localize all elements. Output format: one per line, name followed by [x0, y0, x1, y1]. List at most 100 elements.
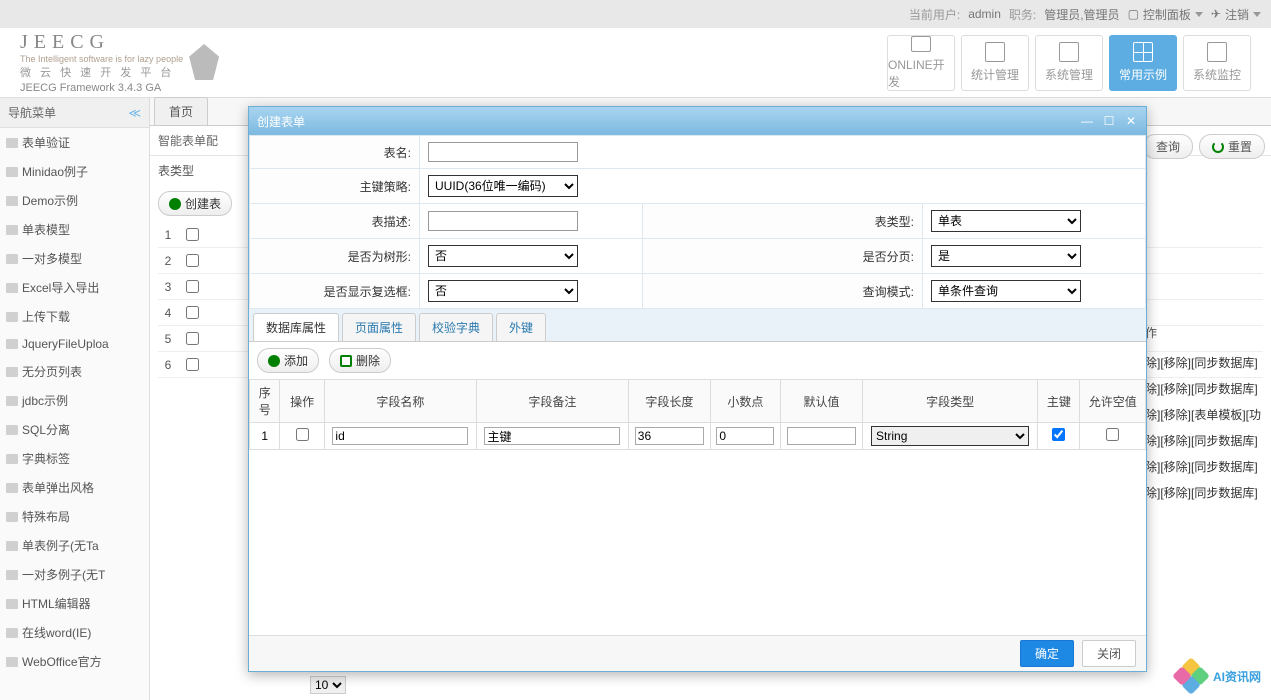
sidebar-item[interactable]: 一对多模型 [0, 244, 149, 273]
user-value: admin [968, 7, 1001, 21]
search-button[interactable]: 查询 [1143, 134, 1193, 159]
field-pk-checkbox[interactable] [1052, 428, 1065, 441]
chevron-down-icon [1253, 12, 1261, 17]
sidebar-item[interactable]: SQL分离 [0, 415, 149, 444]
grid-row: 1 String [250, 423, 1146, 450]
create-form-dialog: 创建表单 — ☐ ✕ 表名: 主键策略: UUID(36位唯一编码) 表描述: … [248, 106, 1147, 672]
sidebar-item[interactable]: 单表模型 [0, 215, 149, 244]
field-nullable-checkbox[interactable] [1106, 428, 1119, 441]
nav-stats[interactable]: 统计管理 [961, 35, 1029, 91]
logout-link[interactable]: ✈ 注销 [1211, 6, 1261, 23]
close-button[interactable]: 关闭 [1082, 640, 1136, 667]
sidebar-title: 导航菜单 [8, 104, 56, 121]
sidebar-item[interactable]: Excel导入导出 [0, 273, 149, 302]
table-name-label: 表名: [250, 136, 420, 169]
close-icon[interactable]: ✕ [1124, 114, 1138, 128]
nav-monitor[interactable]: 系统监控 [1183, 35, 1251, 91]
row-checkbox[interactable] [186, 280, 199, 293]
sidebar-item[interactable]: 字典标签 [0, 444, 149, 473]
ok-button[interactable]: 确定 [1020, 640, 1074, 667]
table-name-input[interactable] [428, 142, 578, 162]
tab-home[interactable]: 首页 [154, 97, 208, 125]
row-checkbox[interactable] [186, 228, 199, 241]
sidebar-item[interactable]: HTML编辑器 [0, 589, 149, 618]
row-actions[interactable]: 除][移除][同步数据库] [1145, 453, 1265, 479]
field-default-input[interactable] [787, 427, 856, 445]
nav-system-mgmt[interactable]: 系统管理 [1035, 35, 1103, 91]
reset-button[interactable]: 重置 [1199, 134, 1265, 159]
subtab-fk[interactable]: 外键 [496, 313, 546, 341]
field-decimal-input[interactable] [716, 427, 774, 445]
sidebar-item[interactable]: WebOffice官方 [0, 647, 149, 676]
row-checkbox[interactable] [186, 306, 199, 319]
is-page-label: 是否分页: [643, 239, 923, 274]
sidebar-item[interactable]: Minidao例子 [0, 157, 149, 186]
row-actions[interactable]: 除][移除][表单模板][功 [1145, 401, 1265, 427]
sidebar-collapse-icon[interactable]: ≪ [128, 106, 141, 120]
table-type-label: 表类型: [643, 204, 923, 239]
flower-icon [1175, 660, 1207, 692]
logo-tagline: The Intelligent software is for lazy peo… [20, 54, 183, 64]
sidebar-item[interactable]: 表单弹出风格 [0, 473, 149, 502]
is-page-select[interactable]: 是 [931, 245, 1081, 267]
show-checkbox-select[interactable]: 否 [428, 280, 578, 302]
row-actions[interactable]: 除][移除][同步数据库] [1145, 349, 1265, 375]
actions-column: 作 除][移除][同步数据库]除][移除][同步数据库]除][移除][表单模板]… [1145, 324, 1265, 505]
row-actions[interactable]: 除][移除][同步数据库] [1145, 427, 1265, 453]
add-row-button[interactable]: 添加 [257, 348, 319, 373]
pk-strategy-select[interactable]: UUID(36位唯一编码) [428, 175, 578, 197]
subtab-db-attrs[interactable]: 数据库属性 [253, 313, 339, 341]
gear-icon [1059, 42, 1079, 62]
page-size-select[interactable]: 10 [310, 676, 346, 694]
row-actions[interactable]: 除][移除][同步数据库] [1145, 375, 1265, 401]
dialog-subtabs: 数据库属性 页面属性 校验字典 外键 [249, 309, 1146, 342]
minimize-icon[interactable]: — [1080, 114, 1094, 128]
row-checkbox[interactable] [186, 332, 199, 345]
sidebar-item[interactable]: 特殊布局 [0, 502, 149, 531]
field-length-input[interactable] [635, 427, 704, 445]
table-desc-input[interactable] [428, 211, 578, 231]
sidebar-item[interactable]: jdbc示例 [0, 386, 149, 415]
sidebar-item[interactable]: 表单验证 [0, 128, 149, 157]
row-checkbox[interactable] [186, 358, 199, 371]
pager: 10 [310, 676, 346, 694]
refresh-icon [1212, 141, 1224, 153]
row-num: 5 [158, 332, 178, 346]
query-mode-select[interactable]: 单条件查询 [931, 280, 1081, 302]
col-null: 允许空值 [1080, 380, 1146, 423]
table-type-select[interactable]: 单表 [931, 210, 1081, 232]
sidebar-item[interactable]: 单表例子(无Ta [0, 531, 149, 560]
nav-online-dev[interactable]: ONLINE开发 [887, 35, 955, 91]
sidebar-item[interactable]: JqueryFileUploa [0, 331, 149, 357]
control-panel-link[interactable]: ▢ 控制面板 [1128, 6, 1203, 23]
send-icon: ✈ [1211, 7, 1221, 21]
panel-icon: ▢ [1128, 7, 1139, 21]
field-name-input[interactable] [332, 427, 468, 445]
create-table-button[interactable]: 创建表 [158, 191, 232, 216]
dialog-titlebar[interactable]: 创建表单 — ☐ ✕ [249, 107, 1146, 135]
query-mode-label: 查询模式: [643, 274, 923, 309]
minus-icon [340, 355, 352, 367]
row-actions[interactable]: 除][移除][同步数据库] [1145, 479, 1265, 505]
is-tree-select[interactable]: 否 [428, 245, 578, 267]
row-num: 1 [250, 423, 280, 450]
maximize-icon[interactable]: ☐ [1102, 114, 1116, 128]
nav-label: 系统管理 [1045, 66, 1093, 83]
row-num: 3 [158, 280, 178, 294]
sidebar-item[interactable]: Demo示例 [0, 186, 149, 215]
subtab-page-attrs[interactable]: 页面属性 [342, 313, 416, 341]
sidebar-item[interactable]: 一对多例子(无T [0, 560, 149, 589]
col-op: 操作 [280, 380, 324, 423]
col-default: 默认值 [781, 380, 863, 423]
sidebar-item[interactable]: 上传下载 [0, 302, 149, 331]
field-type-select[interactable]: String [871, 426, 1029, 446]
sidebar-item[interactable]: 在线word(IE) [0, 618, 149, 647]
nav-examples[interactable]: 常用示例 [1109, 35, 1177, 91]
field-remark-input[interactable] [484, 427, 620, 445]
row-checkbox[interactable] [186, 254, 199, 267]
row-select-checkbox[interactable] [296, 428, 309, 441]
sidebar-item[interactable]: 无分页列表 [0, 357, 149, 386]
subtab-validation[interactable]: 校验字典 [419, 313, 493, 341]
delete-row-button[interactable]: 删除 [329, 348, 391, 373]
right-actions: 查询 重置 [1143, 134, 1265, 159]
